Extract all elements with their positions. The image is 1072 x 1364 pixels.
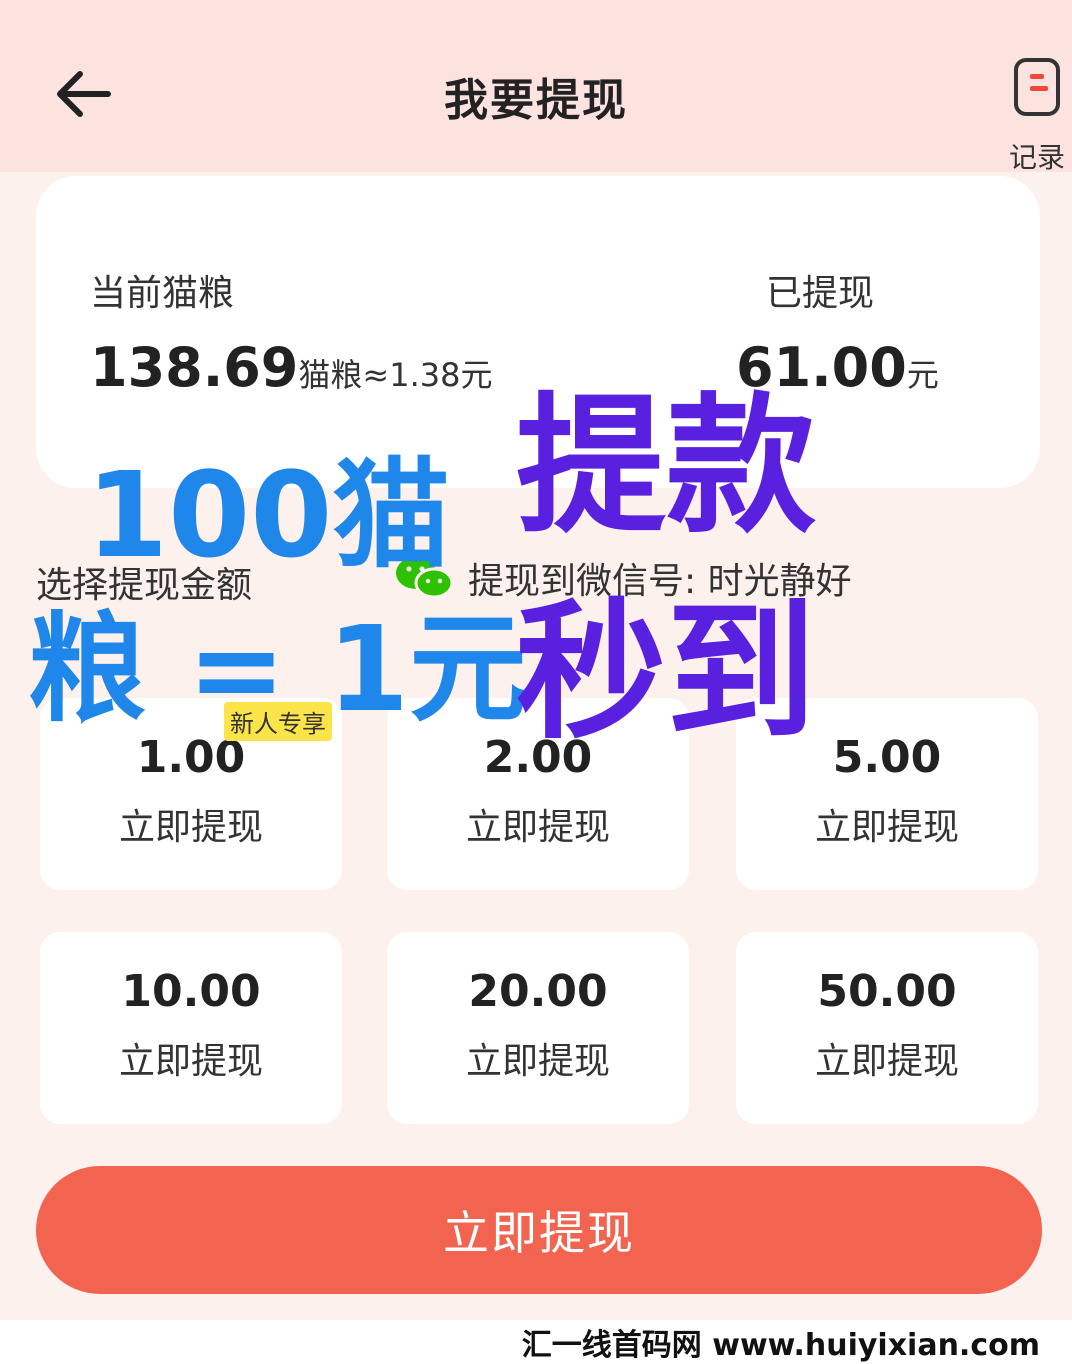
current-balance-label: 当前猫粮 (90, 273, 235, 314)
amount-value: 20.00 (468, 966, 608, 1017)
overlay-text-line3: 提款 (516, 380, 817, 554)
page-title: 我要提现 (444, 75, 628, 126)
current-balance-number: 138.69 (90, 336, 299, 399)
watermark: 汇一线首码网 www.huiyixian.com (0, 1320, 1072, 1364)
document-icon (1014, 58, 1060, 116)
amount-action: 立即提现 (118, 1041, 263, 1082)
amount-value: 50.00 (817, 966, 957, 1017)
record-button[interactable]: 记录 (1004, 58, 1070, 178)
withdrawn-unit: 元 (906, 356, 939, 394)
amount-option-20[interactable]: 20.00 立即提现 (387, 932, 689, 1124)
amount-option-50[interactable]: 50.00 立即提现 (736, 932, 1038, 1124)
amount-action: 立即提现 (814, 807, 959, 848)
overlay-text-line1: 100猫 (86, 446, 451, 584)
record-label: 记录 (1008, 141, 1065, 174)
amount-action: 立即提现 (814, 1041, 959, 1082)
amount-action: 立即提现 (465, 807, 610, 848)
current-balance-value: 138.69猫粮≈1.38元 (90, 336, 492, 399)
amount-action: 立即提现 (118, 807, 263, 848)
current-balance-unit: 猫粮≈1.38元 (298, 356, 493, 394)
overlay-text-line2: 粮 = 1元 (28, 600, 528, 738)
withdrawn-label: 已提现 (766, 273, 875, 314)
amount-option-10[interactable]: 10.00 立即提现 (40, 932, 342, 1124)
amount-value: 10.00 (121, 966, 261, 1017)
withdraw-now-button[interactable]: 立即提现 (36, 1166, 1042, 1294)
amount-action: 立即提现 (465, 1041, 610, 1082)
header: 我要提现 记录 (0, 0, 1072, 174)
overlay-text-line4: 秒到 (516, 586, 817, 760)
